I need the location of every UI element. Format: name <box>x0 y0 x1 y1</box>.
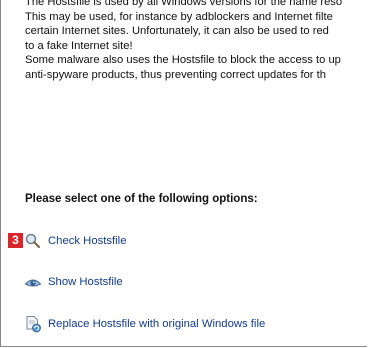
options-heading: Please select one of the following optio… <box>25 193 258 205</box>
show-hostsfile-option[interactable]: Show Hostsfile <box>24 272 123 292</box>
description-line: Some malware also uses the Hostsfile to … <box>25 54 341 66</box>
replace-hostsfile-option[interactable]: Replace Hostsfile with original Windows … <box>24 314 265 334</box>
check-hostsfile-label[interactable]: Check Hostsfile <box>48 235 126 247</box>
description-line: anti-spyware products, thus preventing c… <box>25 68 326 81</box>
replace-file-icon <box>24 315 42 333</box>
window-panel: The Hostsfile is used by all Windows ver… <box>0 0 367 347</box>
show-hostsfile-label[interactable]: Show Hostsfile <box>48 276 123 288</box>
description-line: to a fake Internet site! <box>25 39 133 52</box>
description-line: certain Internet sites. Unfortunately, i… <box>25 25 329 37</box>
check-hostsfile-option[interactable]: Check Hostsfile <box>24 231 126 251</box>
annotation-badge: 3 <box>8 233 23 248</box>
replace-hostsfile-label[interactable]: Replace Hostsfile with original Windows … <box>48 318 265 330</box>
hostsfile-description: The Hostsfile is used by all Windows ver… <box>25 0 367 82</box>
description-line: The Hostsfile is used by all Windows ver… <box>25 0 343 8</box>
view-eye-icon <box>24 273 42 291</box>
magnifier-icon <box>24 232 42 250</box>
description-line: This may be used, for instance by adbloc… <box>25 10 333 23</box>
